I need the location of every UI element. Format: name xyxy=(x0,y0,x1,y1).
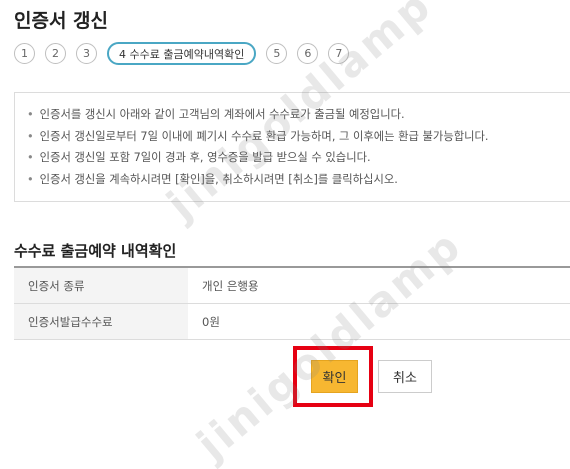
notice-item: • 인증서 갱신일 포함 7일이 경과 후, 영수증을 발급 받으실 수 있습니다… xyxy=(27,151,371,164)
notice-item: • 인증서 갱신일로부터 7일 이내에 폐기시 수수료 환급 가능하며, 그 이후… xyxy=(27,129,489,143)
step-5: 5 xyxy=(266,43,288,64)
step-indicator: 1 2 3 4 수수료 출금예약내역확인 5 6 7 xyxy=(14,42,359,65)
cert-type-label: 인증서 종류 xyxy=(14,267,188,304)
page-title: 인증서 갱신 xyxy=(14,10,109,32)
bullet-icon: • xyxy=(27,129,34,143)
bullet-icon: • xyxy=(27,108,34,121)
bullet-icon: • xyxy=(27,172,34,186)
step-6: 6 xyxy=(297,43,319,64)
issue-fee-label: 인증서발급수수료 xyxy=(14,303,188,340)
step-7: 7 xyxy=(328,43,350,64)
watermark: jinigoldlamp xyxy=(187,219,472,469)
cancel-button[interactable]: 취소 xyxy=(378,360,432,393)
table-row: 인증서 종류 개인 은행용 xyxy=(14,267,570,304)
bullet-icon: • xyxy=(27,151,34,164)
highlight-annotation xyxy=(293,346,373,407)
section-title: 수수료 출금예약 내역확인 xyxy=(14,242,177,260)
step-4-current: 4 수수료 출금예약내역확인 xyxy=(107,42,257,65)
notice-box: • 인증서를 갱신시 아래와 같이 고객님의 계좌에서 수수료가 출금될 예정입니… xyxy=(14,92,570,202)
table-row: 인증서발급수수료 0원 xyxy=(14,303,570,340)
cert-type-value: 개인 은행용 xyxy=(188,267,570,304)
fee-info-table: 인증서 종류 개인 은행용 인증서발급수수료 0원 xyxy=(14,266,570,340)
issue-fee-value: 0원 xyxy=(188,303,570,340)
notice-item: • 인증서 갱신을 계속하시려면 [확인]을, 취소하시려면 [취소]를 클릭하십… xyxy=(27,172,398,186)
step-3: 3 xyxy=(76,43,97,64)
step-2: 2 xyxy=(45,43,66,64)
notice-item: • 인증서를 갱신시 아래와 같이 고객님의 계좌에서 수수료가 출금될 예정입니… xyxy=(27,108,405,121)
step-1: 1 xyxy=(14,43,35,64)
